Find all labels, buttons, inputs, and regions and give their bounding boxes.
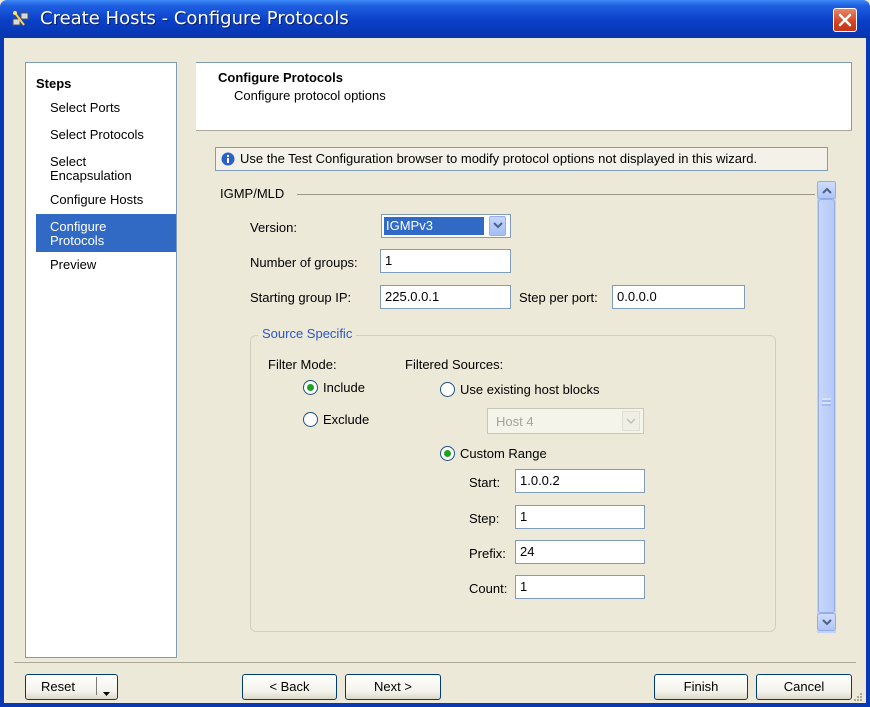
step-label: Step: xyxy=(469,511,500,526)
custom-range-label[interactable]: Custom Range xyxy=(460,446,547,461)
version-selected-value: IGMPv3 xyxy=(384,217,484,235)
window-frame-left xyxy=(0,38,4,707)
close-icon xyxy=(838,13,852,27)
back-button[interactable]: < Back xyxy=(242,674,337,700)
chevron-up-icon xyxy=(822,187,832,194)
scrollbar-thumb[interactable] xyxy=(818,199,835,613)
include-label[interactable]: Include xyxy=(323,380,365,395)
use-existing-host-blocks-label[interactable]: Use existing host blocks xyxy=(460,382,599,397)
step-input[interactable]: 1 xyxy=(515,505,645,529)
start-input[interactable]: 1.0.0.2 xyxy=(515,469,645,493)
window-frame-bottom xyxy=(0,703,870,707)
header-divider xyxy=(196,130,852,131)
step-per-port-label: Step per port: xyxy=(519,290,598,305)
steps-heading: Steps xyxy=(36,76,72,91)
steps-panel xyxy=(25,62,177,658)
cancel-button[interactable]: Cancel xyxy=(756,674,852,700)
close-button[interactable] xyxy=(833,8,857,32)
dropdown-arrow-icon[interactable] xyxy=(103,684,110,699)
count-label: Count: xyxy=(469,581,508,596)
step-preview[interactable]: Preview xyxy=(36,258,174,272)
version-dropdown-button[interactable] xyxy=(489,216,506,236)
host-block-dropdown-button xyxy=(622,411,640,431)
step-select-protocols[interactable]: Select Protocols xyxy=(36,128,174,142)
scroll-up-button[interactable] xyxy=(817,181,836,199)
chevron-down-icon xyxy=(493,222,503,229)
window-title: Create Hosts - Configure Protocols xyxy=(40,8,349,29)
number-of-groups-label: Number of groups: xyxy=(250,255,358,270)
next-button[interactable]: Next > xyxy=(345,674,441,700)
starting-group-ip-label: Starting group IP: xyxy=(250,290,352,305)
chevron-down-icon xyxy=(626,418,636,425)
count-input[interactable]: 1 xyxy=(515,575,645,599)
include-radio[interactable] xyxy=(303,380,318,395)
igmp-mld-divider xyxy=(297,194,815,195)
page-title: Configure Protocols xyxy=(218,70,343,85)
scroll-grip-icon xyxy=(822,394,831,406)
custom-range-radio[interactable] xyxy=(440,446,455,461)
source-specific-label: Source Specific xyxy=(258,326,357,341)
window-frame-right xyxy=(866,38,870,707)
scroll-down-button[interactable] xyxy=(817,613,836,631)
use-existing-host-blocks-radio[interactable] xyxy=(440,382,455,397)
exclude-label[interactable]: Exclude xyxy=(323,412,369,427)
wizard-hosts-icon xyxy=(12,10,30,28)
host-block-value: Host 4 xyxy=(496,414,534,429)
finish-button[interactable]: Finish xyxy=(654,674,748,700)
chevron-down-icon xyxy=(822,619,832,626)
info-text: Use the Test Configuration browser to mo… xyxy=(240,151,758,166)
version-label: Version: xyxy=(250,220,297,235)
step-per-port-input[interactable]: 0.0.0.0 xyxy=(612,285,745,309)
step-configure-protocols[interactable]: Configure Protocols xyxy=(36,214,176,252)
start-label: Start: xyxy=(469,475,501,490)
filtered-sources-label: Filtered Sources: xyxy=(405,357,504,372)
page-subtitle: Configure protocol options xyxy=(234,88,386,103)
info-icon xyxy=(221,152,235,169)
step-select-ports[interactable]: Select Ports xyxy=(36,101,174,115)
filter-mode-label: Filter Mode: xyxy=(268,357,337,372)
resize-grip-icon[interactable] xyxy=(853,690,863,705)
number-of-groups-input[interactable]: 1 xyxy=(380,249,511,273)
step-select-encapsulation[interactable]: Select Encapsulation xyxy=(36,155,166,183)
footer-divider xyxy=(14,662,856,663)
prefix-input[interactable]: 24 xyxy=(515,540,645,564)
igmp-mld-group-label: IGMP/MLD xyxy=(220,186,285,201)
prefix-label: Prefix: xyxy=(469,546,506,561)
reset-split-divider xyxy=(96,677,97,695)
exclude-radio[interactable] xyxy=(303,412,318,427)
starting-group-ip-input[interactable]: 225.0.0.1 xyxy=(380,285,511,309)
step-configure-hosts[interactable]: Configure Hosts xyxy=(36,193,174,207)
